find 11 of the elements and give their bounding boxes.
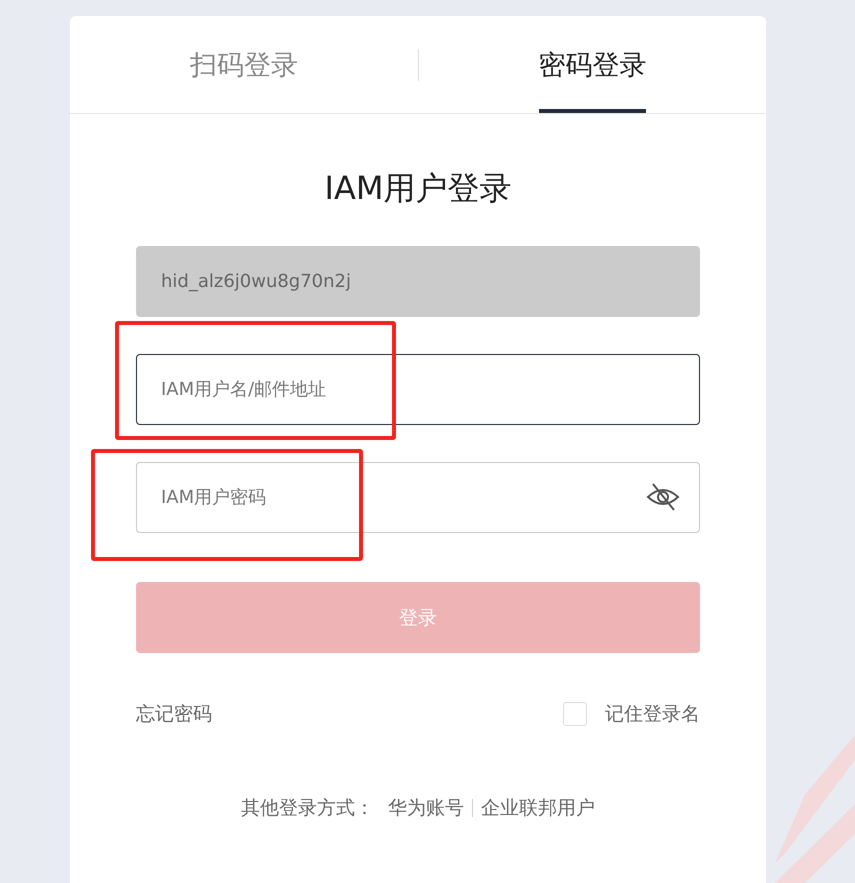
form-title: IAM用户登录 <box>324 168 512 209</box>
login-method-link[interactable]: 华为账号 <box>388 795 464 821</box>
remember-label: 记住登录名 <box>605 702 700 727</box>
eye-slash-icon[interactable] <box>646 482 680 512</box>
input-field[interactable]: IAM用户名/邮件地址 <box>136 354 700 425</box>
forgot-password-link[interactable]: 忘记密码 <box>136 701 212 727</box>
other-login-label: 其他登录方式： <box>241 796 374 821</box>
tab[interactable]: 扫码登录 <box>70 16 418 113</box>
login-method-link[interactable]: 企业联邦用户 <box>481 795 595 821</box>
checkbox[interactable] <box>563 702 587 726</box>
tab[interactable]: 密码登录 <box>418 16 766 113</box>
